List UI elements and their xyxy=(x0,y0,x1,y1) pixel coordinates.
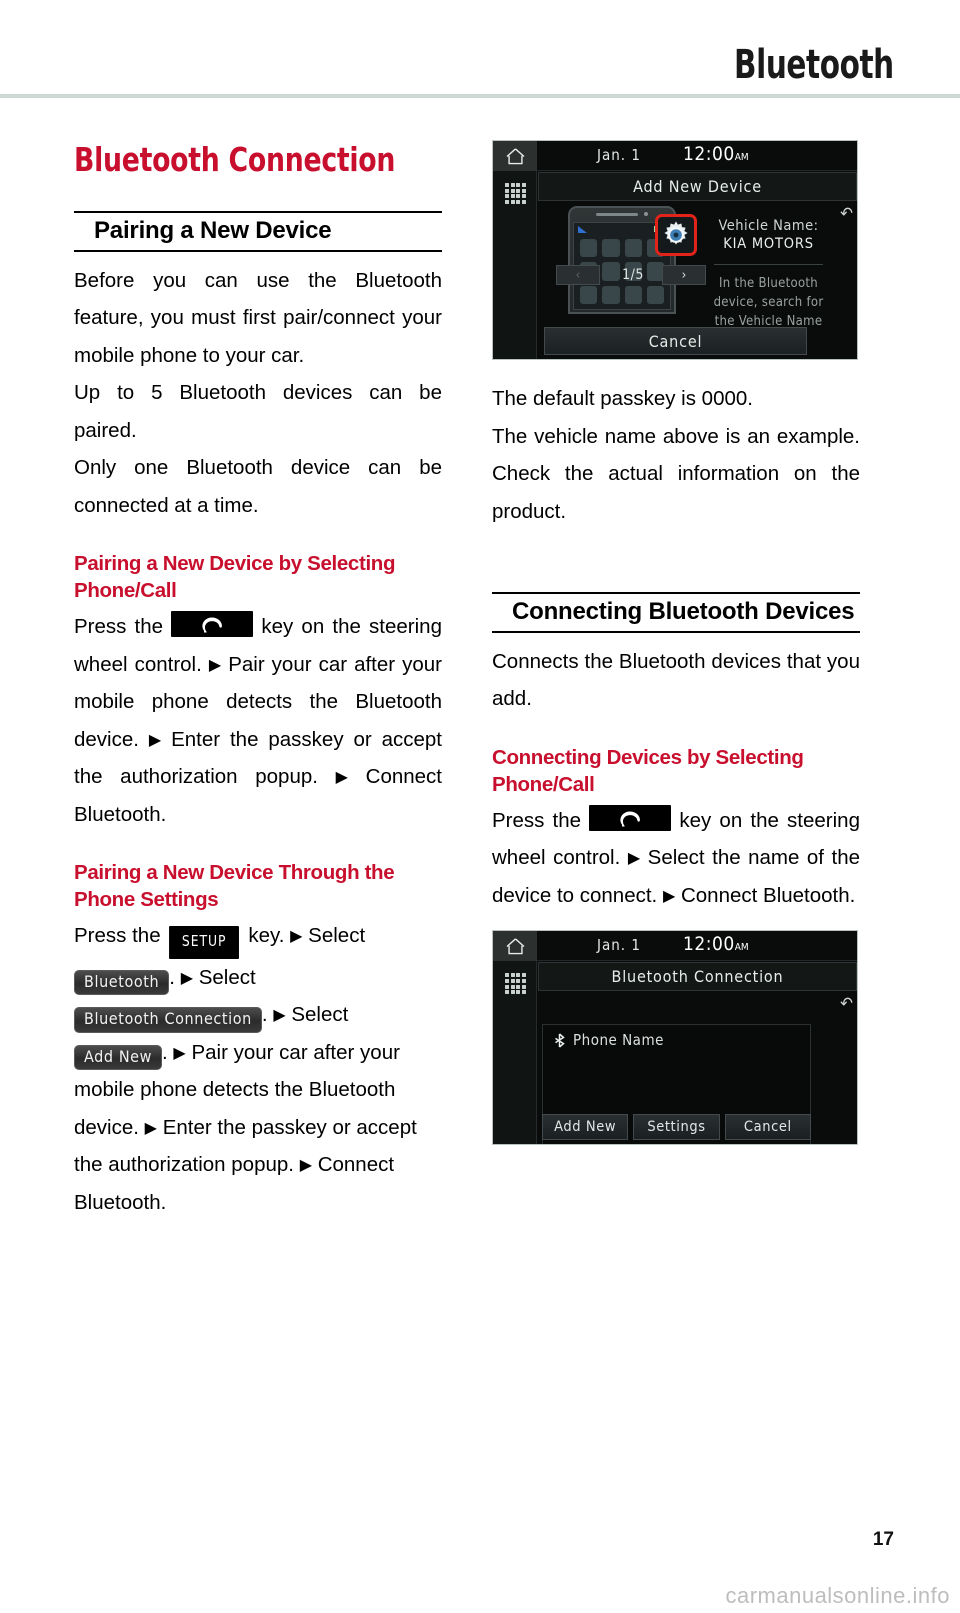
pager-prev-button[interactable]: ‹ xyxy=(556,265,600,285)
home-icon[interactable] xyxy=(493,931,537,962)
back-icon[interactable]: ↶ xyxy=(840,996,853,1013)
vehicle-name-panel: Vehicle Name: KIA MOTORS In the Bluetoot… xyxy=(706,208,831,348)
head-unit-screenshot-add-new-device: Jan. 1 12:00AM Add New Device ↶ ‹ 1/5 › … xyxy=(492,140,858,360)
step-arrow-icon: ▶ xyxy=(148,731,162,749)
hu2-left-rail xyxy=(493,931,537,1145)
hu2-body: Bluetooth Connection ↶ Phone Name Add Ne… xyxy=(538,962,857,1145)
hu2-status-bar: Jan. 1 12:00AM xyxy=(493,931,857,962)
intro-paragraph-1: Before you can use the Bluetooth feature… xyxy=(74,268,442,367)
list-item[interactable]: Phone Name xyxy=(543,1025,810,1049)
pager-label: 1/5 xyxy=(622,267,644,283)
phone-call-key-icon xyxy=(171,611,254,638)
page-number: 17 xyxy=(872,1529,894,1550)
hu2-date: Jan. 1 xyxy=(597,936,641,955)
hu2-title: Bluetooth Connection xyxy=(538,962,857,992)
hu1-content: ‹ 1/5 › Vehicle Name: KIA MOTORS In the … xyxy=(538,202,835,359)
step-arrow-icon: ▶ xyxy=(627,850,641,868)
app-grid-icon[interactable] xyxy=(505,183,526,204)
step-text: . xyxy=(162,1040,168,1064)
caption-default-passkey: The default passkey is 0000. xyxy=(492,387,753,410)
back-icon[interactable]: ↶ xyxy=(840,206,853,223)
hu1-title: Add New Device xyxy=(538,172,857,201)
softkey-bluetooth-connection: Bluetooth Connection xyxy=(74,1007,262,1033)
step-text: Select xyxy=(308,924,366,948)
section-heading: Connecting Bluetooth Devices xyxy=(512,598,855,625)
step-arrow-icon: ▶ xyxy=(173,1044,186,1062)
phone-call-key-icon xyxy=(589,804,672,831)
add-new-button[interactable]: Add New xyxy=(542,1114,629,1141)
step-arrow-icon: ▶ xyxy=(208,656,222,674)
phone-speaker xyxy=(596,213,638,216)
step-arrow-icon: ▶ xyxy=(273,1007,286,1025)
softkey-bluetooth: Bluetooth xyxy=(74,969,170,996)
section-heading: Pairing a New Device xyxy=(94,217,332,244)
hu1-time-value: 12:00 xyxy=(683,143,735,165)
settings-button[interactable]: Settings xyxy=(633,1114,720,1141)
pager-next-button[interactable]: › xyxy=(662,265,706,285)
intro-paragraph-3: Only one Bluetooth device can be connect… xyxy=(74,456,442,517)
connecting-by-phone-call-steps: Press the key on the steering wheel cont… xyxy=(492,802,860,915)
chapter-title: Bluetooth Connection xyxy=(74,140,396,179)
hu1-time: 12:00AM xyxy=(683,143,749,165)
step-text: Press the xyxy=(74,615,164,639)
settings-gear-icon-highlight xyxy=(655,214,697,256)
hu2-content: Phone Name Add New Settings Cancel xyxy=(538,992,835,1145)
bluetooth-icon xyxy=(553,1033,566,1048)
watermark: carmanualsonline.info xyxy=(725,1583,950,1608)
section-connecting-bluetooth-devices: Connecting Bluetooth Devices xyxy=(492,592,860,633)
hu1-pager: ‹ 1/5 › xyxy=(554,265,706,285)
hu2-time-value: 12:00 xyxy=(683,933,735,956)
hu1-status-bar: Jan. 1 12:00AM xyxy=(493,141,857,171)
list-item-label: Phone Name xyxy=(573,1031,664,1050)
signal-icon xyxy=(578,226,587,233)
step-arrow-icon: ▶ xyxy=(144,1119,157,1137)
hu2-button-bar: Add New Settings Cancel xyxy=(542,1114,811,1141)
step-text: . xyxy=(261,1003,268,1027)
head-unit-screenshot-bluetooth-connection: Jan. 1 12:00AM Bluetooth Connection ↶ Ph… xyxy=(492,930,858,1146)
hu1-date: Jan. 1 xyxy=(597,146,641,164)
cancel-button[interactable]: Cancel xyxy=(724,1114,811,1141)
step-arrow-icon: ▶ xyxy=(299,1157,312,1175)
chapter-header-title: Bluetooth xyxy=(734,42,894,88)
step-arrow-icon: ▶ xyxy=(335,769,348,787)
vehicle-name-value: KIA MOTORS xyxy=(723,236,814,252)
setup-key-icon: SETUP xyxy=(169,926,240,959)
step-text: Press the xyxy=(74,924,161,948)
softkey-add-new: Add New xyxy=(74,1044,163,1071)
step-text: Select xyxy=(291,1003,349,1027)
step-text: Press the xyxy=(492,808,582,832)
subheading-pairing-through-phone-settings: Pairing a New Device Through the Phone S… xyxy=(74,861,395,912)
step-text: . xyxy=(169,965,175,989)
hu2-time-ampm: AM xyxy=(734,942,749,954)
vehicle-name-label: Vehicle Name: xyxy=(718,218,819,234)
step-text: key. xyxy=(248,924,285,948)
phone-camera xyxy=(644,212,648,216)
step-text: Select xyxy=(198,965,256,989)
connecting-section-body: Connects the Bluetooth devices that you … xyxy=(492,649,860,711)
subheading-connecting-by-phone-call: Connecting Devices by Selecting Phone/Ca… xyxy=(492,745,804,796)
phone-illustration: ‹ 1/5 › xyxy=(546,206,706,323)
hu1-time-ampm: AM xyxy=(734,152,749,163)
left-column: Bluetooth Connection Pairing a New Devic… xyxy=(74,140,442,1221)
section-pairing-a-new-device: Pairing a New Device xyxy=(74,211,442,252)
header-divider xyxy=(0,94,960,98)
intro-paragraph-2: Up to 5 Bluetooth devices can be paired. xyxy=(74,381,442,442)
caption-vehicle-name-example: The vehicle name above is an example. Ch… xyxy=(492,424,860,523)
pairing-by-phone-call-steps: Press the key on the steering wheel cont… xyxy=(74,608,442,833)
page-header: Bluetooth xyxy=(0,0,960,96)
step-text: Connect Bluetooth. xyxy=(680,883,856,907)
subheading-pairing-by-phone-call: Pairing a New Device by Selecting Phone/… xyxy=(74,552,396,603)
hu1-cancel-button[interactable]: Cancel xyxy=(544,327,807,355)
step-arrow-icon: ▶ xyxy=(180,969,193,987)
home-icon[interactable] xyxy=(493,141,537,171)
hu1-left-rail xyxy=(493,141,537,359)
panel-divider xyxy=(714,264,823,265)
hu2-time: 12:00AM xyxy=(683,933,749,955)
step-arrow-icon: ▶ xyxy=(662,887,676,905)
pairing-through-settings-steps: Press the SETUP key. ▶ Select Bluetooth.… xyxy=(74,917,442,1221)
app-grid-icon[interactable] xyxy=(505,973,526,995)
step-arrow-icon: ▶ xyxy=(290,928,303,946)
hu1-body: Add New Device ↶ ‹ 1/5 › Vehicle Name: K… xyxy=(538,172,857,359)
right-column: Jan. 1 12:00AM Add New Device ↶ ‹ 1/5 › … xyxy=(492,140,860,1146)
